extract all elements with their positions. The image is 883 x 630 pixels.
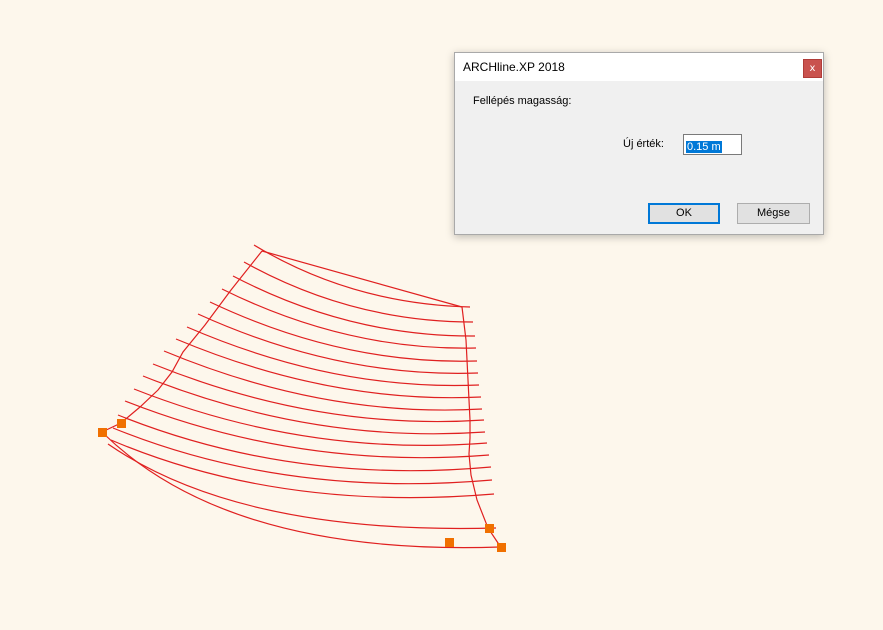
grip-handle[interactable] bbox=[485, 524, 494, 533]
new-value-input[interactable]: 0.15 m bbox=[683, 134, 742, 155]
cancel-button[interactable]: Mégse bbox=[737, 203, 810, 224]
stringer-right bbox=[461, 306, 501, 547]
new-value-label: Új érték: bbox=[623, 138, 664, 150]
new-value-text: 0.15 m bbox=[686, 141, 722, 153]
grip-handle[interactable] bbox=[98, 428, 107, 437]
stair-step bbox=[253, 244, 471, 308]
stair-step bbox=[107, 443, 497, 530]
grip-handle[interactable] bbox=[445, 538, 454, 547]
stair-step bbox=[117, 414, 492, 472]
dialog-titlebar[interactable]: ARCHline.XP 2018 x bbox=[455, 53, 823, 81]
dialog-title: ARCHline.XP 2018 bbox=[463, 60, 565, 74]
ok-button[interactable]: OK bbox=[648, 203, 720, 224]
stair-step bbox=[186, 326, 480, 387]
grip-handle[interactable] bbox=[117, 419, 126, 428]
grip-handle[interactable] bbox=[497, 543, 506, 552]
close-button[interactable]: x bbox=[803, 59, 822, 78]
stair-step bbox=[197, 313, 479, 374]
prompt-label: Fellépés magasság: bbox=[473, 95, 572, 107]
stair-step bbox=[163, 350, 483, 411]
stair-outline-top bbox=[261, 250, 463, 308]
step-height-dialog: ARCHline.XP 2018 x Fellépés magasság: Új… bbox=[454, 52, 824, 235]
stair-step bbox=[209, 301, 478, 362]
stair-step bbox=[112, 427, 493, 485]
stair-drawing bbox=[101, 244, 501, 549]
